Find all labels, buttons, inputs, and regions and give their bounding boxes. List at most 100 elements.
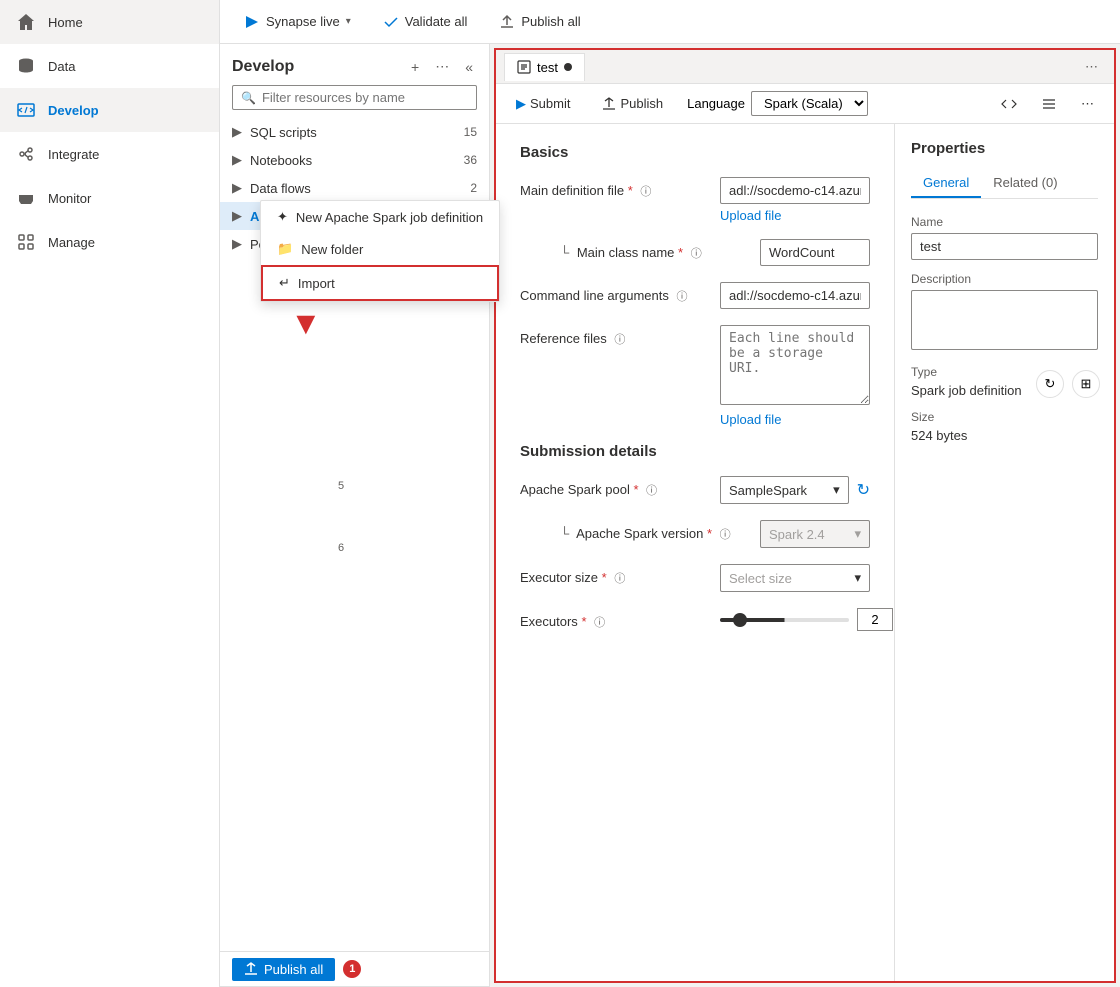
top-right-toolbar: ↻ ⊞ bbox=[1036, 370, 1100, 398]
develop-title: Develop bbox=[232, 58, 294, 76]
context-new-spark[interactable]: ✦ New Apache Spark job definition bbox=[261, 201, 490, 233]
sidebar-item-manage-label: Manage bbox=[48, 235, 95, 250]
context-new-folder[interactable]: 📁 New folder bbox=[261, 233, 490, 265]
form-row-spark-pool: Apache Spark pool * ⓘ SampleSpark ▾ bbox=[520, 476, 870, 504]
refresh-button[interactable]: ↻ bbox=[1036, 370, 1064, 398]
props-name-field: Name bbox=[911, 215, 1098, 260]
form-row-main-def: Main definition file * ⓘ Upload file bbox=[520, 177, 870, 223]
ref-files-label: Reference files ⓘ bbox=[520, 325, 720, 347]
cmd-args-info-icon[interactable]: ⓘ bbox=[676, 291, 687, 303]
executor-size-info-icon[interactable]: ⓘ bbox=[614, 573, 625, 585]
publish-all-button[interactable]: Publish all bbox=[232, 958, 335, 981]
tab-bar: test ⋯ bbox=[496, 50, 1114, 84]
sidebar-item-develop-label: Develop bbox=[48, 103, 99, 118]
executors-info-icon[interactable]: ⓘ bbox=[594, 617, 605, 629]
upload-file-link[interactable]: Upload file bbox=[720, 208, 870, 223]
spark-pool-info-icon[interactable]: ⓘ bbox=[646, 485, 657, 497]
spark-version-info-icon[interactable]: ⓘ bbox=[720, 529, 731, 541]
develop-actions: + ⋯ « bbox=[407, 56, 477, 77]
sidebar-item-integrate[interactable]: Integrate bbox=[0, 132, 219, 176]
submit-button[interactable]: ▶ Submit bbox=[508, 92, 578, 116]
spark-pool-value: SampleSpark ▾ ↻ bbox=[720, 476, 870, 504]
tab-test[interactable]: test bbox=[504, 53, 585, 81]
tab-general[interactable]: General bbox=[911, 169, 981, 198]
new-folder-icon: 📁 bbox=[277, 241, 293, 257]
develop-icon bbox=[16, 100, 36, 120]
monitor-icon bbox=[16, 188, 36, 208]
red-border-content: test ⋯ ▶ Submit Publish bbox=[494, 48, 1116, 983]
develop-area: Develop + ⋯ « 🔍 ▶ SQL scripts bbox=[220, 44, 1120, 987]
context-import[interactable]: ↵ Import bbox=[261, 265, 490, 301]
props-name-input[interactable] bbox=[911, 233, 1098, 260]
publish-all-top-button[interactable]: Publish all bbox=[491, 10, 588, 34]
executor-size-chevron: ▾ bbox=[854, 570, 861, 586]
spark-pool-refresh-icon[interactable]: ↻ bbox=[857, 480, 870, 500]
executor-size-select[interactable]: Select size ▾ bbox=[720, 564, 870, 592]
cmd-args-input[interactable] bbox=[720, 282, 870, 309]
sidebar-item-home-label: Home bbox=[48, 15, 83, 30]
main-area: Synapse live ▾ Validate all Publish all … bbox=[220, 0, 1120, 987]
executors-count: 2 bbox=[857, 608, 893, 631]
data-icon bbox=[16, 56, 36, 76]
submit-play-icon: ▶ bbox=[516, 96, 526, 112]
spark-version-chevron: ▾ bbox=[854, 526, 861, 542]
sidebar: Home Data Develop Integrate Monitor bbox=[0, 0, 220, 987]
spark-pool-select[interactable]: SampleSpark ▾ bbox=[720, 476, 849, 504]
ref-files-info-icon[interactable]: ⓘ bbox=[614, 334, 625, 346]
search-box[interactable]: 🔍 bbox=[232, 85, 477, 110]
publish-all-bar: Publish all 1 bbox=[220, 951, 489, 987]
tab-related[interactable]: Related (0) bbox=[981, 169, 1069, 198]
search-input[interactable] bbox=[262, 90, 468, 105]
sidebar-item-data[interactable]: Data bbox=[0, 44, 219, 88]
context-import-label: Import bbox=[298, 276, 335, 291]
ref-files-value: Upload file bbox=[720, 325, 870, 427]
tree-item-notebooks[interactable]: ▶ Notebooks 36 bbox=[220, 146, 489, 174]
tree-item-dataflows[interactable]: ▶ Data flows 2 bbox=[220, 174, 489, 202]
main-class-input[interactable] bbox=[760, 239, 870, 266]
ref-files-textarea[interactable] bbox=[720, 325, 870, 405]
main-def-value: Upload file bbox=[720, 177, 870, 223]
upload-file-link2[interactable]: Upload file bbox=[720, 412, 870, 427]
settings-button[interactable]: ⊞ bbox=[1072, 370, 1100, 398]
code-icon-button[interactable] bbox=[993, 92, 1025, 116]
spark-version-select[interactable]: Spark 2.4 ▾ bbox=[760, 520, 870, 548]
collapse-icon[interactable]: « bbox=[461, 57, 477, 77]
main-class-info-icon[interactable]: ⓘ bbox=[691, 248, 702, 260]
sidebar-item-monitor[interactable]: Monitor bbox=[0, 176, 219, 220]
synapse-live-button[interactable]: Synapse live ▾ bbox=[236, 10, 359, 34]
collapse-expand-icon[interactable]: ⋯ bbox=[431, 56, 453, 77]
import-icon: ↵ bbox=[279, 275, 290, 291]
context-new-spark-label: New Apache Spark job definition bbox=[296, 210, 483, 225]
tab-more-button[interactable]: ⋯ bbox=[1077, 55, 1106, 79]
develop-header: Develop + ⋯ « bbox=[220, 44, 489, 85]
tool-right-buttons: ⋯ bbox=[993, 92, 1102, 116]
main-def-input[interactable] bbox=[720, 177, 870, 204]
properties-toggle-button[interactable] bbox=[1033, 92, 1065, 116]
validate-all-button[interactable]: Validate all bbox=[375, 10, 476, 34]
submission-section-title: Submission details bbox=[520, 443, 870, 460]
tree-label-notebooks: Notebooks bbox=[250, 153, 312, 168]
tree-item-sql[interactable]: ▶ SQL scripts 15 bbox=[220, 118, 489, 146]
language-select-input[interactable]: Spark (Scala) PySpark .NET Spark bbox=[751, 91, 868, 116]
sidebar-item-manage[interactable]: Manage bbox=[0, 220, 219, 264]
integrate-icon bbox=[16, 144, 36, 164]
cmd-args-label: Command line arguments ⓘ bbox=[520, 282, 720, 304]
language-selector[interactable]: Language Spark (Scala) PySpark .NET Spar… bbox=[687, 91, 868, 116]
main-def-info-icon[interactable]: ⓘ bbox=[640, 186, 651, 198]
executors-value: 2 bbox=[720, 608, 893, 631]
tree-arrow-powerbi: ▶ bbox=[232, 236, 244, 252]
add-icon[interactable]: + bbox=[407, 57, 423, 77]
executors-slider[interactable] bbox=[720, 618, 849, 622]
publish-button[interactable]: Publish bbox=[594, 92, 671, 115]
tab-test-label: test bbox=[537, 60, 558, 75]
sidebar-item-home[interactable]: Home bbox=[0, 0, 219, 44]
more-options-button[interactable]: ⋯ bbox=[1073, 92, 1102, 116]
sidebar-item-develop[interactable]: Develop bbox=[0, 88, 219, 132]
tree-arrow-dataflows: ▶ bbox=[232, 180, 244, 196]
main-class-label: └ Main class name * ⓘ bbox=[560, 239, 760, 261]
tree-label-dataflows: Data flows bbox=[250, 181, 311, 196]
form-toolbar: ▶ Submit Publish Language Spark (Scala) … bbox=[496, 84, 1114, 124]
props-description-textarea[interactable] bbox=[911, 290, 1098, 350]
left-panel: Develop + ⋯ « 🔍 ▶ SQL scripts bbox=[220, 44, 490, 987]
executor-size-label: Executor size * ⓘ bbox=[520, 564, 720, 586]
